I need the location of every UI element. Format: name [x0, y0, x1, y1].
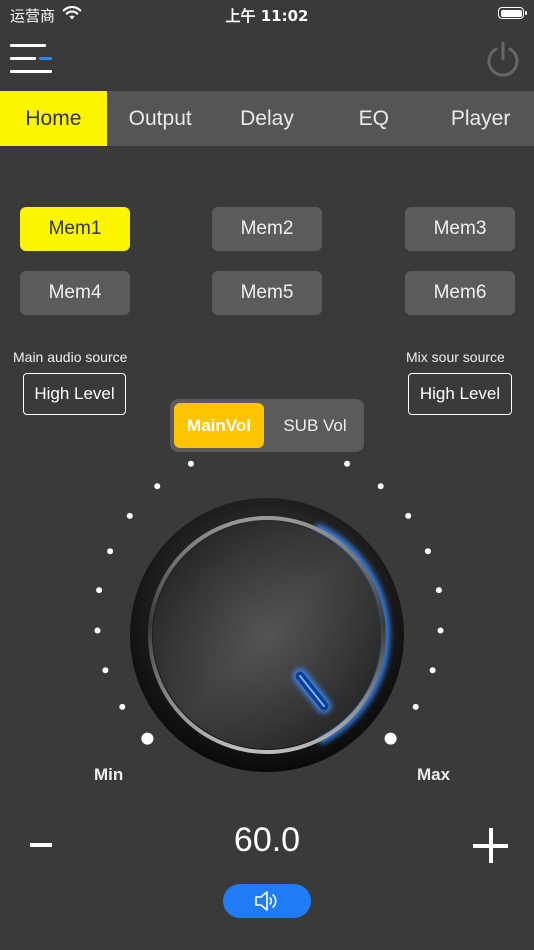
main-vol-option[interactable]: MainVol	[174, 403, 264, 448]
tab-home[interactable]: Home	[0, 91, 107, 146]
volume-knob[interactable]	[80, 455, 460, 795]
scale-dot	[119, 703, 126, 710]
volume-value: 60.0	[233, 821, 301, 859]
scale-dot	[377, 483, 384, 490]
scale-dot	[154, 483, 161, 490]
scale-dot	[429, 667, 436, 674]
scale-dot	[344, 460, 351, 467]
mem5-button[interactable]: Mem5	[212, 271, 322, 315]
scale-dot	[96, 587, 103, 594]
mem3-button[interactable]: Mem3	[405, 207, 515, 251]
mute-button[interactable]	[223, 884, 311, 918]
mem1-button[interactable]: Mem1	[20, 207, 130, 251]
mix-source-button[interactable]: High Level	[408, 373, 512, 415]
scale-dot	[384, 732, 397, 745]
main-source-label: Main audio source	[13, 349, 128, 365]
tab-player[interactable]: Player	[427, 91, 534, 146]
tab-eq[interactable]: EQ	[320, 91, 427, 146]
scale-dot	[141, 732, 154, 745]
tab-output[interactable]: Output	[107, 91, 214, 146]
scale-dot	[94, 627, 101, 634]
mem6-button[interactable]: Mem6	[405, 271, 515, 315]
min-label: Min	[94, 765, 124, 784]
status-time: 上午 11:02	[225, 7, 309, 25]
scale-dot	[126, 512, 133, 519]
scale-dot	[437, 627, 444, 634]
scale-dot	[424, 548, 431, 555]
tab-delay[interactable]: Delay	[214, 91, 321, 146]
scale-dot	[435, 587, 442, 594]
mem2-button[interactable]: Mem2	[212, 207, 322, 251]
power-icon[interactable]	[484, 40, 522, 78]
main-source-button[interactable]: High Level	[23, 373, 126, 415]
sub-vol-option[interactable]: SUB Vol	[270, 403, 360, 448]
scale-dot	[187, 460, 194, 467]
max-label: Max	[417, 765, 451, 784]
menu-icon[interactable]	[10, 44, 54, 74]
volume-channel-toggle: MainVol SUB Vol	[170, 399, 364, 452]
status-bar: 运营商 上午 11:02	[0, 0, 534, 30]
mix-source-label: Mix sour source	[406, 349, 505, 365]
battery-icon	[498, 7, 527, 19]
scale-dot	[405, 512, 412, 519]
knob-sheen	[153, 521, 381, 749]
tab-bar: Home Output Delay EQ Player	[0, 91, 534, 146]
volume-increase-button[interactable]	[473, 828, 509, 864]
scale-dot	[107, 548, 114, 555]
scale-dot	[102, 667, 109, 674]
mem4-button[interactable]: Mem4	[20, 271, 130, 315]
scale-dot	[412, 703, 419, 710]
speaker-icon	[255, 891, 277, 911]
